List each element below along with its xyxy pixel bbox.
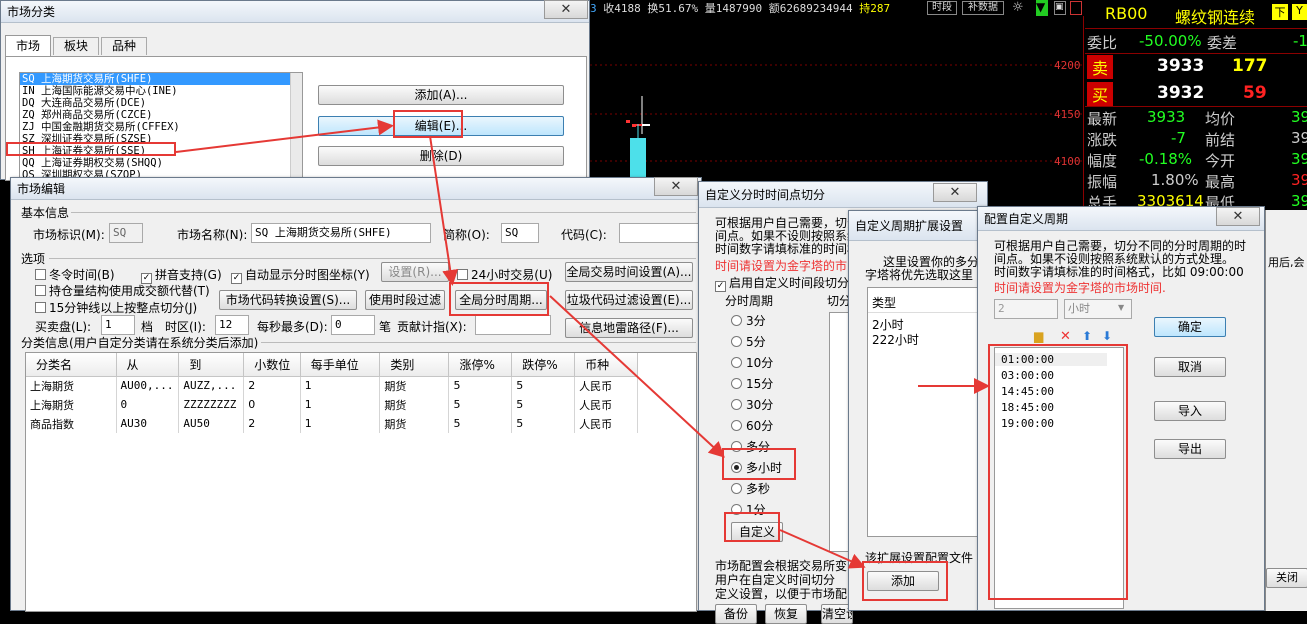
annotation-arrows [175, 119, 990, 569]
arrow [779, 529, 866, 569]
arrow [429, 135, 459, 286]
arrow [175, 119, 394, 153]
arrow [549, 295, 725, 458]
